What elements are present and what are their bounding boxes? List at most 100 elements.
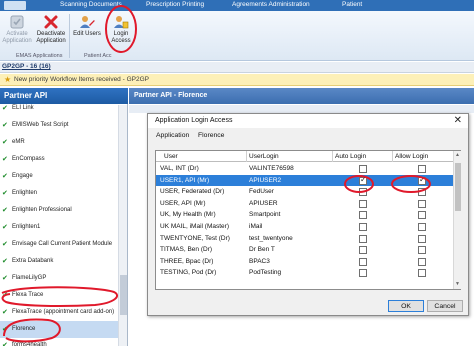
- table-row[interactable]: THREE, Bpac (Dr) BPAC3: [156, 256, 453, 268]
- partner-detail-subbar: [129, 105, 474, 113]
- check-icon: ✔: [2, 139, 8, 146]
- scrollbar-thumb[interactable]: [455, 163, 461, 211]
- app-logo: [4, 1, 26, 10]
- tab-scanning-documents[interactable]: Scanning Documents: [60, 1, 122, 8]
- list-item[interactable]: ✔ FlexaTrace (appointment card add-on): [0, 304, 118, 321]
- tab-agreements-administration[interactable]: Agreements Administration: [232, 1, 310, 8]
- list-item-selected[interactable]: ✔ Florence: [0, 321, 118, 338]
- table-row[interactable]: UK, My Health (Mr) Smartpoint: [156, 209, 453, 221]
- check-icon: ✔: [2, 156, 8, 163]
- workflow-bar: GP2GP - 16 (16): [0, 62, 474, 73]
- column-header-user[interactable]: User: [164, 153, 178, 160]
- scroll-down-icon[interactable]: ▼: [455, 281, 460, 287]
- list-item[interactable]: ✔ Engage: [0, 168, 118, 185]
- table-row[interactable]: USER, API (Mr) APIUSER: [156, 198, 453, 210]
- cancel-button[interactable]: Cancel: [427, 300, 463, 312]
- list-item[interactable]: ✔ EMISWeb Test Script: [0, 117, 118, 134]
- edit-users-button[interactable]: Edit Users: [72, 14, 102, 38]
- list-item[interactable]: ✔ Enlighten Professional: [0, 202, 118, 219]
- grid-header: User UserLogin Auto Login Allow Login: [156, 151, 453, 162]
- table-row-selected[interactable]: USER1, API (Mr) APIUSER2 ✓ ✓: [156, 174, 453, 187]
- auto-login-checkbox[interactable]: ✓: [359, 175, 367, 185]
- ribbon-separator: [69, 14, 70, 58]
- partner-list-scrollbar[interactable]: [118, 105, 127, 346]
- dialog-titlebar: Application Login Access ✕: [148, 114, 468, 128]
- menu-florence[interactable]: Florence: [198, 132, 224, 139]
- dialog-title: Application Login Access: [155, 117, 233, 124]
- table-row[interactable]: UK MAIL, iMail (Master) iMail: [156, 221, 453, 233]
- table-row[interactable]: TITMAS, Ben (Dr) Dr Ben T: [156, 244, 453, 256]
- check-icon: ✔: [2, 224, 8, 231]
- menu-application[interactable]: Application: [156, 132, 189, 139]
- workflow-notice[interactable]: ★ New priority Workflow Items received -…: [0, 74, 474, 86]
- partner-api-list: ✔ ELI Link ✔ EMISWeb Test Script ✔ eMR ✔ EnC…: [0, 105, 118, 346]
- check-icon: ✔: [2, 105, 8, 112]
- list-item[interactable]: ✔ ELI Link: [0, 100, 118, 117]
- column-header-userlogin[interactable]: UserLogin: [249, 153, 279, 160]
- partner-detail-title: Partner API - Florence: [129, 88, 474, 104]
- allow-login-checkbox[interactable]: ✓: [418, 174, 426, 185]
- table-row[interactable]: TESTING, Pod (Dr) PodTesting: [156, 267, 453, 279]
- column-header-allow-login[interactable]: Allow Login: [395, 153, 428, 160]
- group-label-emas-applications: EMAS Applications: [16, 53, 63, 59]
- check-icon: ✔: [2, 241, 8, 248]
- list-item[interactable]: ✔ Enlighten: [0, 185, 118, 202]
- allow-login-checkbox[interactable]: [418, 269, 426, 278]
- list-item[interactable]: ✔ EnCompass: [0, 151, 118, 168]
- allow-login-checkbox[interactable]: [418, 165, 426, 173]
- allow-login-checkbox[interactable]: [418, 246, 426, 255]
- auto-login-checkbox[interactable]: [359, 234, 367, 243]
- check-icon: ✔: [2, 173, 8, 180]
- group-label-patient-access: Patient Acc: [84, 53, 112, 59]
- auto-login-checkbox[interactable]: [359, 165, 367, 173]
- list-item[interactable]: ✔ forms4health: [0, 337, 118, 346]
- list-item[interactable]: ✔ Flexa Trace: [0, 287, 118, 304]
- table-row[interactable]: VAL, INT (Dr) VALINTE76598: [156, 163, 453, 175]
- gp2gp-workflow-link[interactable]: GP2GP - 16 (16): [2, 63, 51, 70]
- list-item[interactable]: ✔ Envisage Call Current Patient Module: [0, 236, 118, 253]
- check-icon: ✔: [2, 309, 8, 316]
- application-login-access-dialog: Application Login Access ✕ Application F…: [147, 113, 469, 316]
- tab-patient[interactable]: Patient: [342, 1, 362, 8]
- list-item[interactable]: ✔ Enlighten1: [0, 219, 118, 236]
- list-item[interactable]: ✔ Extra Databank: [0, 253, 118, 270]
- ribbon: Activate Application Deactivate Applicat…: [0, 11, 474, 61]
- login-access-button[interactable]: Login Access: [106, 14, 136, 45]
- auto-login-checkbox[interactable]: [359, 188, 367, 197]
- check-icon: ✔: [2, 258, 8, 265]
- check-icon: ✔: [2, 122, 8, 129]
- star-icon: ★: [4, 75, 12, 84]
- column-header-auto-login[interactable]: Auto Login: [335, 153, 366, 160]
- edit-users-icon: [80, 16, 95, 28]
- activate-application-button[interactable]: Activate Application: [2, 14, 32, 45]
- allow-login-checkbox[interactable]: [418, 223, 426, 231]
- deactivate-application-button[interactable]: Deactivate Application: [36, 14, 66, 45]
- activate-application-icon: [10, 15, 24, 29]
- auto-login-checkbox[interactable]: [359, 211, 367, 220]
- table-row[interactable]: USER, Federated (Dr) FedUser: [156, 186, 453, 198]
- list-item[interactable]: ✔ eMR: [0, 134, 118, 151]
- partner-api-panel: Partner API ✔ ELI Link ✔ EMISWeb Test Scri…: [0, 88, 128, 346]
- auto-login-checkbox[interactable]: [359, 199, 367, 208]
- auto-login-checkbox[interactable]: [359, 257, 367, 266]
- allow-login-checkbox[interactable]: [418, 188, 426, 197]
- allow-login-checkbox[interactable]: [418, 199, 426, 208]
- user-login-grid: User UserLogin Auto Login Allow Login VA…: [155, 150, 461, 290]
- check-icon: ✔: [2, 326, 8, 333]
- auto-login-checkbox[interactable]: [359, 246, 367, 255]
- ok-button[interactable]: OK: [388, 300, 424, 312]
- list-item[interactable]: ✔ FlameLilyGP: [0, 270, 118, 287]
- close-icon[interactable]: ✕: [454, 115, 462, 126]
- checkmark-icon: ✓: [419, 174, 426, 184]
- allow-login-checkbox[interactable]: [418, 257, 426, 266]
- allow-login-checkbox[interactable]: [418, 211, 426, 220]
- scrollbar-thumb[interactable]: [120, 275, 127, 315]
- check-icon: ✔: [2, 342, 8, 346]
- auto-login-checkbox[interactable]: [359, 269, 367, 278]
- allow-login-checkbox[interactable]: [418, 234, 426, 243]
- auto-login-checkbox[interactable]: [359, 223, 367, 231]
- table-row[interactable]: TWENTYONE, Test (Dr) test_twentyone: [156, 233, 453, 245]
- grid-scrollbar[interactable]: ▲ ▼: [453, 151, 461, 289]
- scroll-up-icon[interactable]: ▲: [455, 152, 460, 158]
- tab-prescription-printing[interactable]: Prescription Printing: [146, 1, 204, 8]
